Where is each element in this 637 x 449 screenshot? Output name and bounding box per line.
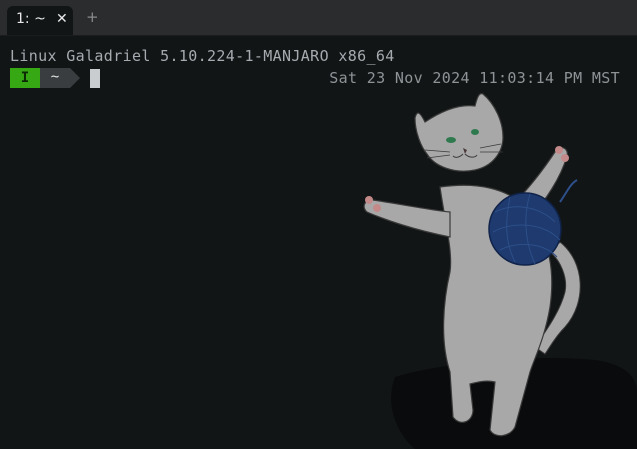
terminal-window: 1: ~ ✕ + Linux Galadriel 5.10.224-1-MANJ… [0,0,637,449]
shell-prompt: I ~ [10,68,80,88]
prompt-arrow-icon [70,68,80,88]
tab-title: 1: ~ [16,11,46,27]
motd-line: Linux Galadriel 5.10.224-1-MANJARO x86_6… [10,47,395,65]
tab-bar: 1: ~ ✕ + [0,0,637,36]
text-cursor[interactable] [90,69,100,88]
prompt-mode-segment: I [10,68,40,88]
new-tab-button[interactable]: + [86,10,100,25]
close-icon[interactable]: ✕ [56,12,70,26]
prompt-datetime: Sat 23 Nov 2024 11:03:14 PM MST [329,69,620,87]
cat-wallpaper-image [355,92,637,449]
prompt-directory-segment: ~ [40,68,70,88]
tab-1[interactable]: 1: ~ ✕ [7,6,73,35]
